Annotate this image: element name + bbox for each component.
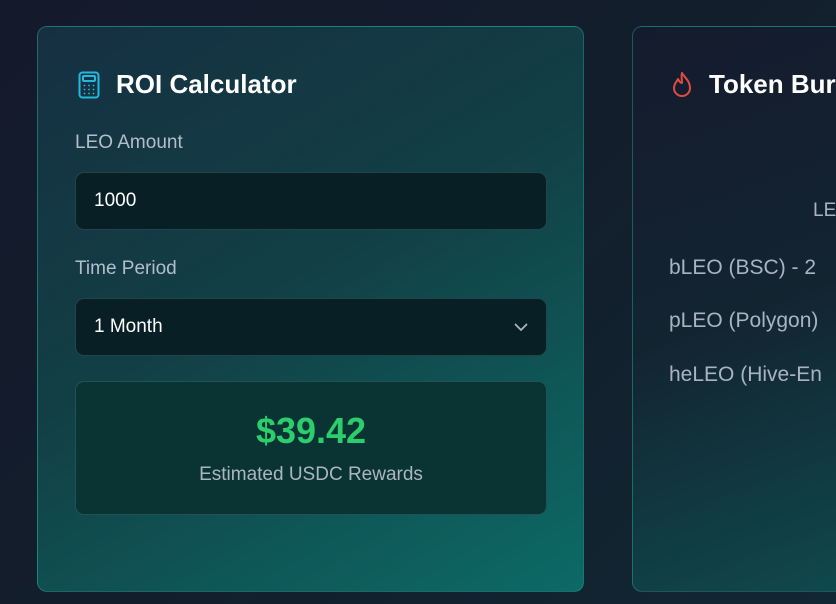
chevron-down-icon xyxy=(514,316,528,338)
burn-title: Token Bur xyxy=(709,69,836,99)
token-burn-card: Token Bur LE bLEO (BSC) - 2 pLEO (Polygo… xyxy=(632,26,836,592)
flame-icon xyxy=(669,70,695,100)
roi-result-box: $39.42 Estimated USDC Rewards xyxy=(75,381,547,515)
time-period-value: 1 Month xyxy=(94,316,163,337)
time-period-label: Time Period xyxy=(75,258,177,279)
roi-header: ROI Calculator xyxy=(76,69,297,100)
estimated-rewards-value: $39.42 xyxy=(255,410,367,451)
roi-calculator-card: ROI Calculator LEO Amount Time Period 1 … xyxy=(37,26,584,592)
time-period-select[interactable]: 1 Month xyxy=(75,298,547,356)
burn-subheading: LE xyxy=(813,200,836,221)
leo-amount-label: LEO Amount xyxy=(75,132,183,153)
estimated-rewards-caption: Estimated USDC Rewards xyxy=(199,464,423,485)
burn-item-heleo: heLEO (Hive-En xyxy=(669,363,822,386)
burn-header: Token Bur xyxy=(669,69,836,100)
roi-title: ROI Calculator xyxy=(116,69,297,99)
burn-item-pleo: pLEO (Polygon) xyxy=(669,309,819,332)
calculator-icon xyxy=(76,70,102,100)
burn-item-bleo: bLEO (BSC) - 2 xyxy=(669,256,817,279)
leo-amount-input[interactable] xyxy=(75,172,547,230)
